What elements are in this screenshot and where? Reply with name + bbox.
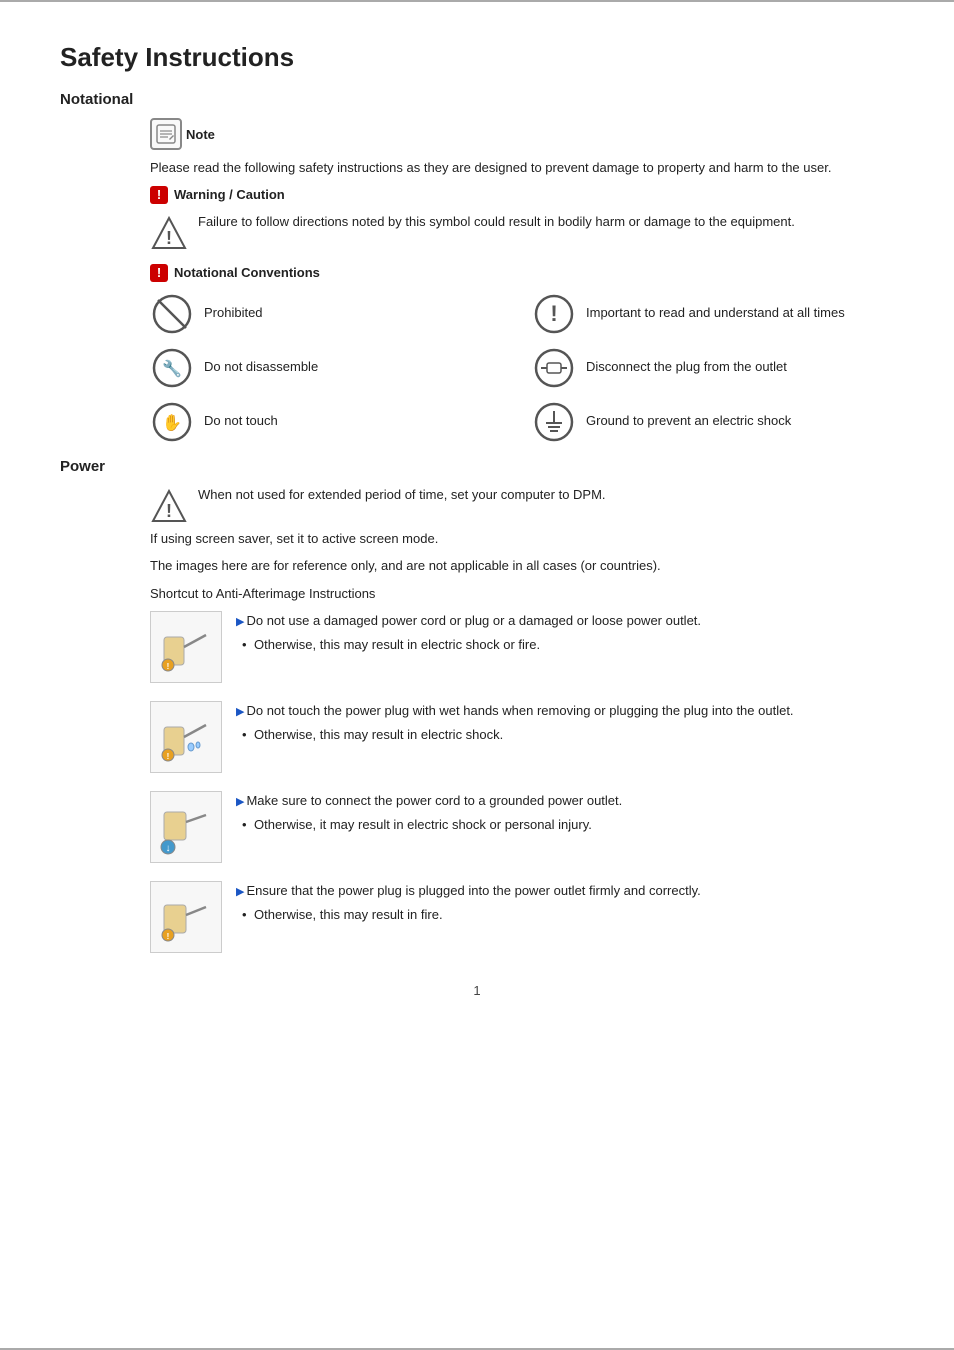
conventions-heading: Notational Conventions	[174, 265, 320, 280]
power-item-4: ! ▶Ensure that the power plug is plugged…	[150, 881, 894, 953]
blue-arrow-2: ▶	[236, 706, 244, 718]
convention-touch-text: Do not touch	[204, 412, 278, 430]
power-item-1: ! ▶Do not use a damaged power cord or pl…	[150, 611, 894, 683]
svg-text:!: !	[167, 752, 170, 761]
section-power-heading: Power	[60, 458, 894, 475]
note-icon-row: Note	[150, 118, 894, 150]
power-main-2: ▶Do not touch the power plug with wet ha…	[236, 701, 894, 721]
svg-text:!: !	[167, 932, 170, 941]
convention-ground: Ground to prevent an electric shock	[532, 400, 894, 444]
power-image-3: ↓	[150, 791, 222, 863]
convention-prohibited: Prohibited	[150, 292, 512, 336]
note-icon	[150, 118, 182, 150]
warning-triangle-icon: !	[150, 214, 188, 252]
svg-text:↓: ↓	[166, 843, 171, 854]
power-warning-text1: When not used for extended period of tim…	[198, 485, 894, 506]
convention-disassemble: 🔧 Do not disassemble	[150, 346, 512, 390]
note-label: Note	[186, 127, 215, 142]
warning-exclaim-icon: !	[150, 186, 168, 204]
power-warning-texts: When not used for extended period of tim…	[198, 485, 894, 506]
power-text-2: ▶Do not touch the power plug with wet ha…	[236, 701, 894, 744]
note-body-text: Please read the following safety instruc…	[150, 158, 894, 178]
svg-text:✋: ✋	[162, 413, 182, 432]
power-warning-text3: The images here are for reference only, …	[150, 556, 894, 576]
conventions-heading-row: ! Notational Conventions	[150, 264, 894, 282]
convention-prohibited-text: Prohibited	[204, 304, 263, 322]
convention-important: ! Important to read and understand at al…	[532, 292, 894, 336]
power-bullet-2: Otherwise, this may result in electric s…	[236, 725, 894, 745]
power-text-4: ▶Ensure that the power plug is plugged i…	[236, 881, 894, 924]
power-main-4: ▶Ensure that the power plug is plugged i…	[236, 881, 894, 901]
power-image-4: !	[150, 881, 222, 953]
svg-text:🔧: 🔧	[162, 359, 182, 378]
power-warning-block: ! When not used for extended period of t…	[150, 485, 894, 525]
conventions-grid: Prohibited ! Important to read and under…	[150, 292, 894, 444]
page-title: Safety Instructions	[60, 42, 894, 73]
svg-text:!: !	[167, 662, 170, 671]
conventions-exclaim-icon: !	[150, 264, 168, 282]
prohibited-icon	[150, 292, 194, 336]
power-warning-triangle: !	[150, 487, 188, 525]
disconnect-icon	[532, 346, 576, 390]
blue-arrow-3: ▶	[236, 796, 244, 808]
note-svg-icon	[155, 123, 177, 145]
power-image-2: !	[150, 701, 222, 773]
power-text-1: ▶Do not use a damaged power cord or plug…	[236, 611, 894, 654]
section-notational-heading: Notational	[60, 91, 894, 108]
page: Safety Instructions Notational Note Plea…	[0, 0, 954, 1350]
power-bullet-1: Otherwise, this may result in electric s…	[236, 635, 894, 655]
convention-touch: ✋ Do not touch	[150, 400, 512, 444]
svg-text:!: !	[166, 501, 172, 521]
warning-caution-row: ! Warning / Caution	[150, 186, 894, 204]
important-icon: !	[532, 292, 576, 336]
blue-arrow-4: ▶	[236, 886, 244, 898]
blue-arrow-1: ▶	[236, 616, 244, 628]
power-warning-text2: If using screen saver, set it to active …	[150, 529, 894, 549]
convention-disassemble-text: Do not disassemble	[204, 358, 318, 376]
ground-icon	[532, 400, 576, 444]
warning-body-text: Failure to follow directions noted by th…	[198, 212, 795, 232]
convention-important-text: Important to read and understand at all …	[586, 304, 845, 322]
do-not-touch-icon: ✋	[150, 400, 194, 444]
power-item-2: ! ▶Do not touch the power plug with wet …	[150, 701, 894, 773]
power-main-3: ▶Make sure to connect the power cord to …	[236, 791, 894, 811]
disassemble-icon: 🔧	[150, 346, 194, 390]
power-warning-text4: Shortcut to Anti-Afterimage Instructions	[150, 584, 894, 604]
page-number: 1	[60, 983, 894, 998]
convention-disconnect-text: Disconnect the plug from the outlet	[586, 358, 787, 376]
power-text-3: ▶Make sure to connect the power cord to …	[236, 791, 894, 834]
warning-icon-row: ! Failure to follow directions noted by …	[150, 212, 894, 252]
convention-ground-text: Ground to prevent an electric shock	[586, 412, 791, 430]
power-item-3: ↓ ▶Make sure to connect the power cord t…	[150, 791, 894, 863]
svg-text:!: !	[550, 301, 557, 326]
warning-caution-label: Warning / Caution	[174, 187, 285, 202]
power-main-1: ▶Do not use a damaged power cord or plug…	[236, 611, 894, 631]
svg-text:!: !	[166, 228, 172, 248]
power-image-1: !	[150, 611, 222, 683]
power-bullet-4: Otherwise, this may result in fire.	[236, 905, 894, 925]
power-bullet-3: Otherwise, it may result in electric sho…	[236, 815, 894, 835]
convention-disconnect: Disconnect the plug from the outlet	[532, 346, 894, 390]
